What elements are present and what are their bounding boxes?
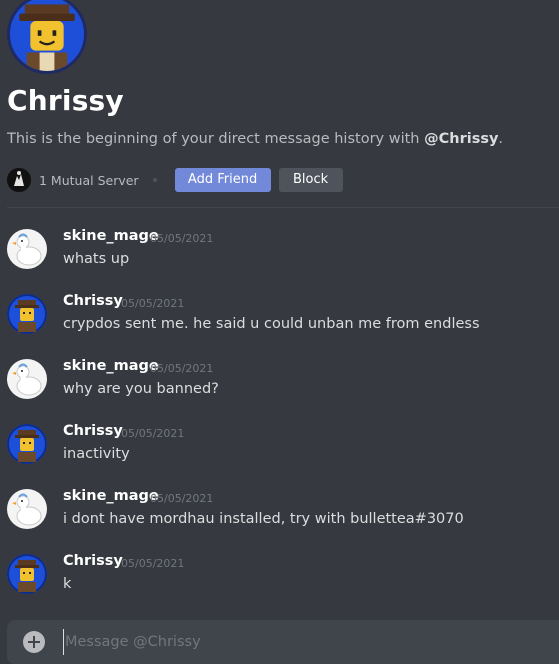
lego-avatar[interactable] <box>7 294 47 334</box>
duck-avatar[interactable] <box>7 489 47 529</box>
message: Chrissy 05/05/2021 k <box>0 533 559 594</box>
message-author[interactable]: skine_mage <box>63 358 159 374</box>
message-text: k <box>63 576 72 592</box>
dm-history-intro: This is the beginning of your direct mes… <box>7 131 503 147</box>
page-title: Chrissy <box>7 84 124 117</box>
message-text: crypdos sent me. he said u could unban m… <box>63 316 480 332</box>
message-author[interactable]: Chrissy <box>63 293 123 309</box>
block-button[interactable]: Block <box>278 168 343 192</box>
message: Chrissy 05/05/2021 inactivity <box>0 403 559 464</box>
duck-avatar[interactable] <box>7 229 47 269</box>
mutual-row: 1 Mutual Server Add Friend Block <box>7 168 343 192</box>
message: skine_mage 05/05/2021 whats up <box>0 208 559 269</box>
message-timestamp: 05/05/2021 <box>121 297 185 310</box>
message-timestamp: 05/05/2021 <box>150 492 214 505</box>
message-text: inactivity <box>63 446 130 462</box>
message-timestamp: 05/05/2021 <box>121 557 185 570</box>
message: skine_mage 05/05/2021 why are you banned… <box>0 338 559 399</box>
message-timestamp: 05/05/2021 <box>121 427 185 440</box>
separator-dot-icon <box>152 178 157 182</box>
attach-plus-icon[interactable] <box>23 631 45 653</box>
message-text: why are you banned? <box>63 381 219 397</box>
message-author[interactable]: Chrissy <box>63 423 123 439</box>
message-author[interactable]: skine_mage <box>63 488 159 504</box>
message-text: whats up <box>63 251 130 267</box>
add-friend-button[interactable]: Add Friend <box>174 168 271 192</box>
message-author[interactable]: Chrissy <box>63 553 123 569</box>
server-icon[interactable] <box>7 168 31 192</box>
message-input[interactable] <box>63 629 547 655</box>
message-author[interactable]: skine_mage <box>63 228 159 244</box>
message-text: i dont have mordhau installed, try with … <box>63 511 464 527</box>
intro-suffix: . <box>498 131 504 147</box>
message-composer <box>7 620 559 664</box>
intro-handle: @Chrissy <box>424 131 499 147</box>
profile-avatar[interactable] <box>7 0 87 74</box>
message-timestamp: 05/05/2021 <box>150 232 214 245</box>
intro-text: This is the beginning of your direct mes… <box>7 131 425 147</box>
message-timestamp: 05/05/2021 <box>150 362 214 375</box>
dm-header: Chrissy This is the beginning of your di… <box>0 0 559 208</box>
mutual-servers-link[interactable]: 1 Mutual Server <box>39 173 139 188</box>
duck-avatar[interactable] <box>7 359 47 399</box>
lego-avatar[interactable] <box>7 424 47 464</box>
message: skine_mage 05/05/2021 i dont have mordha… <box>0 468 559 529</box>
message: Chrissy 05/05/2021 crypdos sent me. he s… <box>0 273 559 334</box>
lego-avatar[interactable] <box>7 554 47 594</box>
